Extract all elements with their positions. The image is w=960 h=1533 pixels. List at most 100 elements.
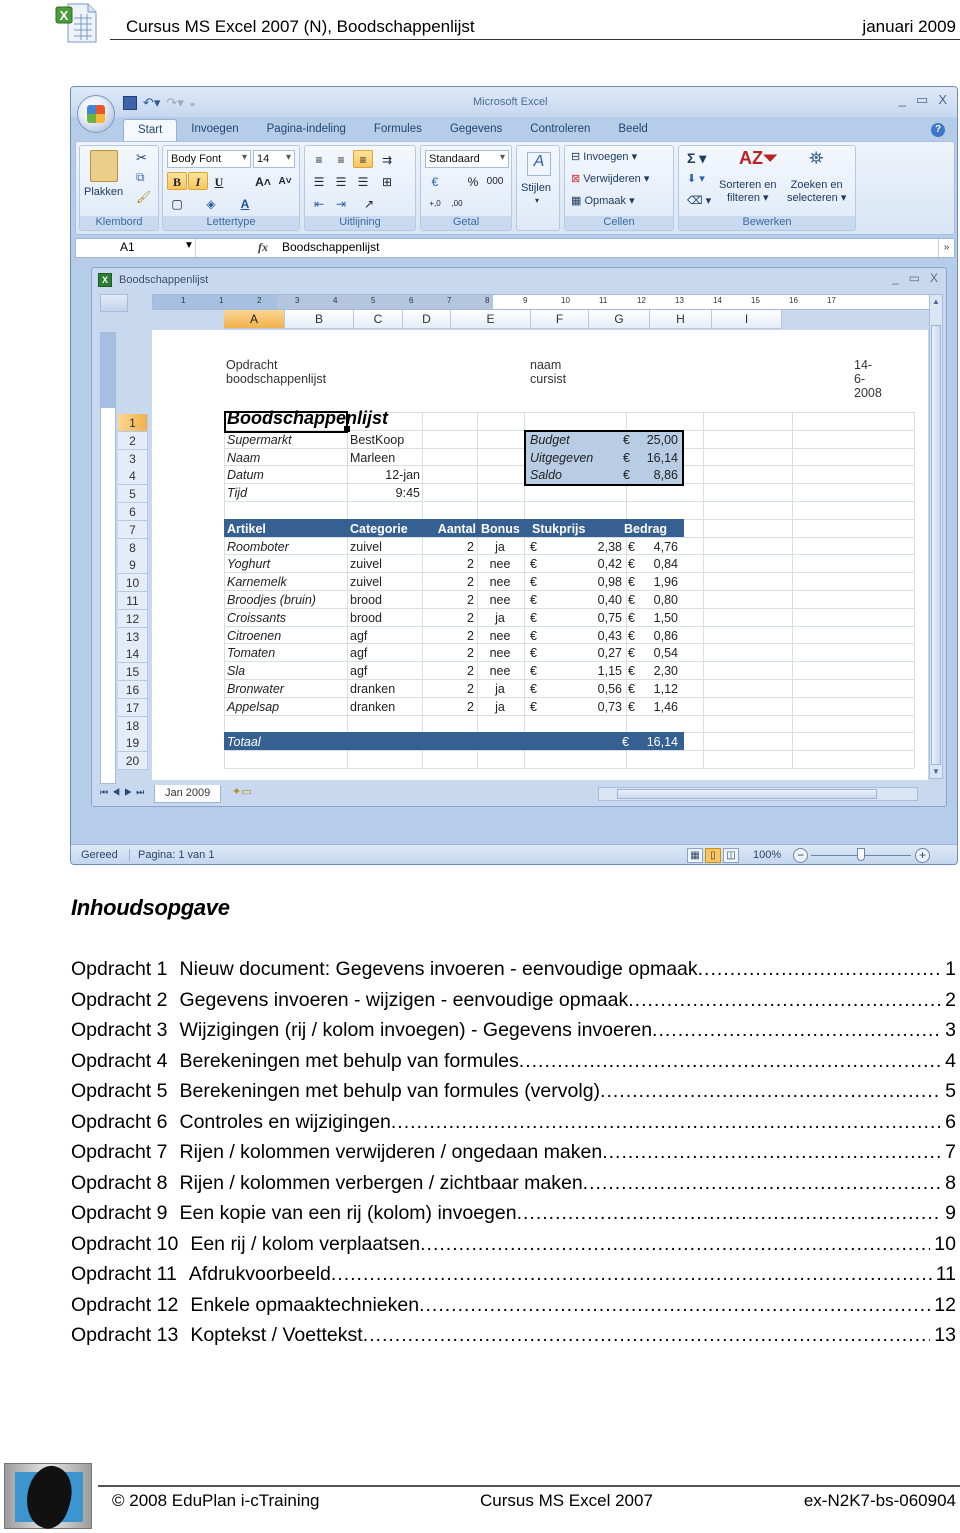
toc-entry[interactable]: Opdracht 10 Een rij / kolom verplaatsen 10 <box>71 1233 956 1264</box>
align-bottom-icon[interactable]: ≡ <box>353 150 373 168</box>
formula-input[interactable]: Boodschappenlijst <box>282 240 379 254</box>
toc-entry[interactable]: Opdracht 12 Enkele opmaaktechnieken 12 <box>71 1294 956 1325</box>
group-stijlen[interactable]: A Stijlen ▾ <box>516 145 560 231</box>
row-header-13[interactable]: 13 <box>118 627 148 646</box>
increase-indent-icon[interactable]: ⇥ <box>331 194 351 212</box>
delete-cells-button[interactable]: ⊠ Verwijderen ▾ <box>571 172 649 185</box>
font-size-select[interactable]: 14 <box>253 150 295 168</box>
customize-icon[interactable]: ₌ <box>190 98 195 109</box>
fill-icon[interactable]: ⬇ ▾ <box>687 172 705 185</box>
zoom-in-icon[interactable]: + <box>915 848 930 863</box>
page-layout-view-icon[interactable]: ▯ <box>705 848 721 863</box>
row-header-9[interactable]: 9 <box>118 556 148 575</box>
row-header-2[interactable]: 2 <box>118 431 148 450</box>
toc-entry[interactable]: Opdracht 8 Rijen / kolommen verbergen / z… <box>71 1172 956 1203</box>
toc-entry[interactable]: Opdracht 5 Berekeningen met behulp van fo… <box>71 1080 956 1111</box>
sort-filter-button[interactable]: Sorteren en filteren ▾ <box>719 179 776 204</box>
minimize-icon[interactable]: _ <box>892 271 899 285</box>
number-format-select[interactable]: Standaard <box>425 150 509 168</box>
zoom-out-icon[interactable]: − <box>793 848 808 863</box>
chevron-down-icon[interactable]: ▼ <box>184 240 194 251</box>
row-header-11[interactable]: 11 <box>118 592 148 610</box>
styles-button[interactable]: Stijlen <box>521 182 551 194</box>
row-header-4[interactable]: 4 <box>118 467 148 486</box>
clear-icon[interactable]: ⌫ ▾ <box>687 194 711 207</box>
column-header-i[interactable]: I <box>712 310 782 329</box>
close-icon[interactable]: X <box>938 92 947 108</box>
orientation-icon[interactable]: ↗ <box>359 194 379 212</box>
row-header-14[interactable]: 14 <box>118 645 148 664</box>
scrollbar-thumb[interactable] <box>931 325 941 765</box>
sheet-nav-buttons[interactable]: ⏮◀▶⏭ <box>100 787 148 798</box>
wrap-text-icon[interactable]: ⇉ <box>377 150 397 168</box>
column-header-g[interactable]: G <box>589 310 650 329</box>
select-all-corner[interactable] <box>100 294 128 312</box>
align-left-icon[interactable]: ☰ <box>309 172 329 190</box>
row-header-7[interactable]: 7 <box>118 520 148 539</box>
help-icon[interactable]: ? <box>931 123 945 137</box>
zoom-level[interactable]: 100% <box>753 849 781 861</box>
autosum-icon[interactable]: Σ ▾ <box>687 150 706 167</box>
minimize-icon[interactable]: _ <box>899 92 906 108</box>
borders-icon[interactable]: ▢ <box>167 194 187 212</box>
tab-start[interactable]: Start <box>123 119 178 141</box>
save-icon[interactable] <box>123 96 137 110</box>
shrink-font-icon[interactable]: A˅ <box>275 172 295 190</box>
row-header-1[interactable]: 1 <box>118 414 148 432</box>
align-right-icon[interactable]: ☰ <box>353 172 373 190</box>
tab-controleren[interactable]: Controleren <box>516 119 604 141</box>
scroll-down-icon[interactable]: ▼ <box>932 767 940 776</box>
close-icon[interactable]: X <box>930 271 938 285</box>
name-box[interactable]: A1 <box>76 239 196 257</box>
toc-entry[interactable]: Opdracht 11 Afdrukvoorbeeld 11 <box>71 1263 956 1294</box>
redo-icon[interactable]: ↷▾ <box>166 95 183 111</box>
underline-button[interactable]: U <box>209 172 229 190</box>
bold-button[interactable]: B <box>167 172 187 190</box>
tab-beeld[interactable]: Beeld <box>604 119 661 141</box>
column-header-a[interactable]: A <box>224 310 285 329</box>
insert-function-icon[interactable]: fx <box>258 240 268 255</box>
toc-entry[interactable]: Opdracht 1 Nieuw document: Gegevens invoe… <box>71 958 956 989</box>
row-header-6[interactable]: 6 <box>118 503 148 521</box>
column-header-d[interactable]: D <box>403 310 451 329</box>
column-header-b[interactable]: B <box>285 310 354 329</box>
percent-button[interactable]: % <box>463 172 483 190</box>
decrease-decimal-icon[interactable]: ,00 <box>447 194 467 212</box>
toc-entry[interactable]: Opdracht 7 Rijen / kolommen verwijderen /… <box>71 1141 956 1172</box>
toc-entry[interactable]: Opdracht 13 Koptekst / Voettekst 13 <box>71 1324 956 1355</box>
toc-entry[interactable]: Opdracht 2 Gegevens invoeren - wijzigen -… <box>71 989 956 1020</box>
row-header-20[interactable]: 20 <box>118 752 148 771</box>
row-header-8[interactable]: 8 <box>118 538 148 557</box>
tab-gegevens[interactable]: Gegevens <box>436 119 516 141</box>
increase-decimal-icon[interactable]: +,0 <box>425 194 445 212</box>
vertical-scrollbar[interactable]: ▲ ▼ <box>929 294 943 779</box>
merge-center-icon[interactable]: ⊞ <box>377 172 397 190</box>
paste-icon[interactable] <box>90 150 118 182</box>
paste-button[interactable]: Plakken <box>84 186 123 198</box>
format-painter-icon[interactable]: 🖌 <box>136 190 151 204</box>
italic-button[interactable]: I <box>188 172 208 190</box>
row-header-12[interactable]: 12 <box>118 609 148 628</box>
font-color-icon[interactable]: A <box>235 194 255 212</box>
normal-view-icon[interactable]: ▦ <box>687 848 703 863</box>
fill-color-icon[interactable]: ◈ <box>201 194 221 212</box>
row-header-16[interactable]: 16 <box>118 681 148 699</box>
page-break-view-icon[interactable]: ◫ <box>723 848 739 863</box>
row-header-5[interactable]: 5 <box>118 485 148 504</box>
zoom-slider-thumb[interactable] <box>857 848 865 861</box>
font-name-select[interactable]: Body Font <box>167 150 251 168</box>
insert-cells-button[interactable]: ⊟ Invoegen ▾ <box>571 150 637 163</box>
thousands-button[interactable]: 000 <box>485 172 505 190</box>
tab-formules[interactable]: Formules <box>360 119 436 141</box>
horizontal-scrollbar[interactable] <box>598 787 918 801</box>
toc-entry[interactable]: Opdracht 3 Wijzigingen (rij / kolom invoe… <box>71 1019 956 1050</box>
toc-entry[interactable]: Opdracht 4 Berekeningen met behulp van fo… <box>71 1050 956 1081</box>
sheet-tab-jan-2009[interactable]: Jan 2009 <box>154 785 222 803</box>
maximize-icon[interactable]: ▭ <box>916 92 928 108</box>
align-center-icon[interactable]: ☰ <box>331 172 351 190</box>
tab-pagina-indeling[interactable]: Pagina-indeling <box>253 119 360 141</box>
maximize-icon[interactable]: ▭ <box>909 271 920 285</box>
toc-entry[interactable]: Opdracht 9 Een kopie van een rij (kolom) … <box>71 1202 956 1233</box>
grow-font-icon[interactable]: A˄ <box>253 172 273 190</box>
row-header-17[interactable]: 17 <box>118 698 148 717</box>
